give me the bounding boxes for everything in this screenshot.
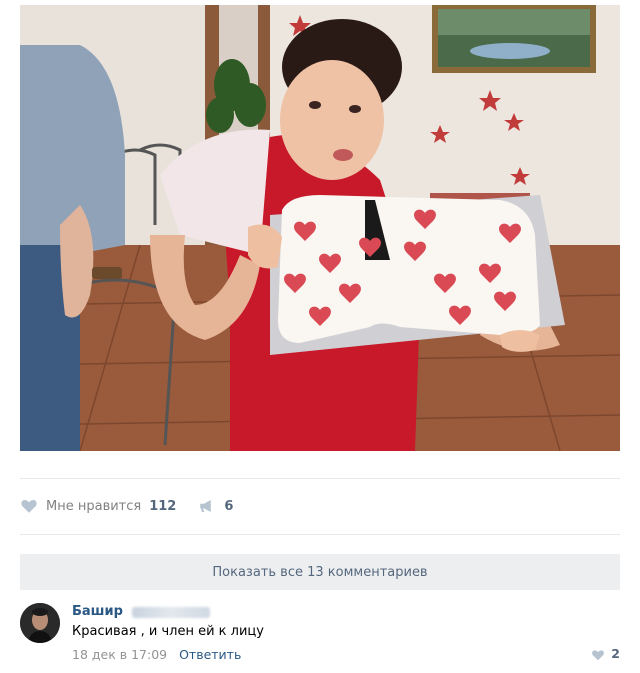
like-button[interactable]: Мне нравится 112	[20, 497, 176, 515]
comment-author[interactable]: Башир	[72, 604, 123, 619]
like-count: 112	[149, 498, 177, 514]
comment-text: Красивая , и член ей к лицу	[72, 624, 264, 639]
avatar[interactable]	[20, 603, 60, 643]
heart-icon	[591, 647, 605, 661]
divider	[20, 478, 620, 479]
comment-like-button[interactable]: 2	[591, 646, 620, 661]
post-photo[interactable]	[20, 5, 620, 451]
like-label: Мне нравится	[46, 498, 142, 514]
divider	[20, 534, 620, 535]
share-count: 6	[224, 498, 234, 514]
reply-button[interactable]: Ответить	[179, 647, 241, 662]
post-actions: Мне нравится 112 6	[20, 495, 255, 517]
comment-date[interactable]: 18 дек в 17:09	[72, 647, 167, 662]
comment-meta: 18 дек в 17:09 Ответить	[72, 647, 241, 662]
megaphone-icon	[198, 497, 216, 515]
comment-like-count: 2	[611, 646, 620, 661]
comment: Башир Красивая , и член ей к лицу 18 дек…	[20, 603, 620, 667]
heart-icon	[20, 497, 38, 515]
share-button[interactable]: 6	[198, 497, 233, 515]
show-all-comments-button[interactable]: Показать все 13 комментариев	[20, 554, 620, 590]
blurred-surname	[132, 607, 210, 618]
